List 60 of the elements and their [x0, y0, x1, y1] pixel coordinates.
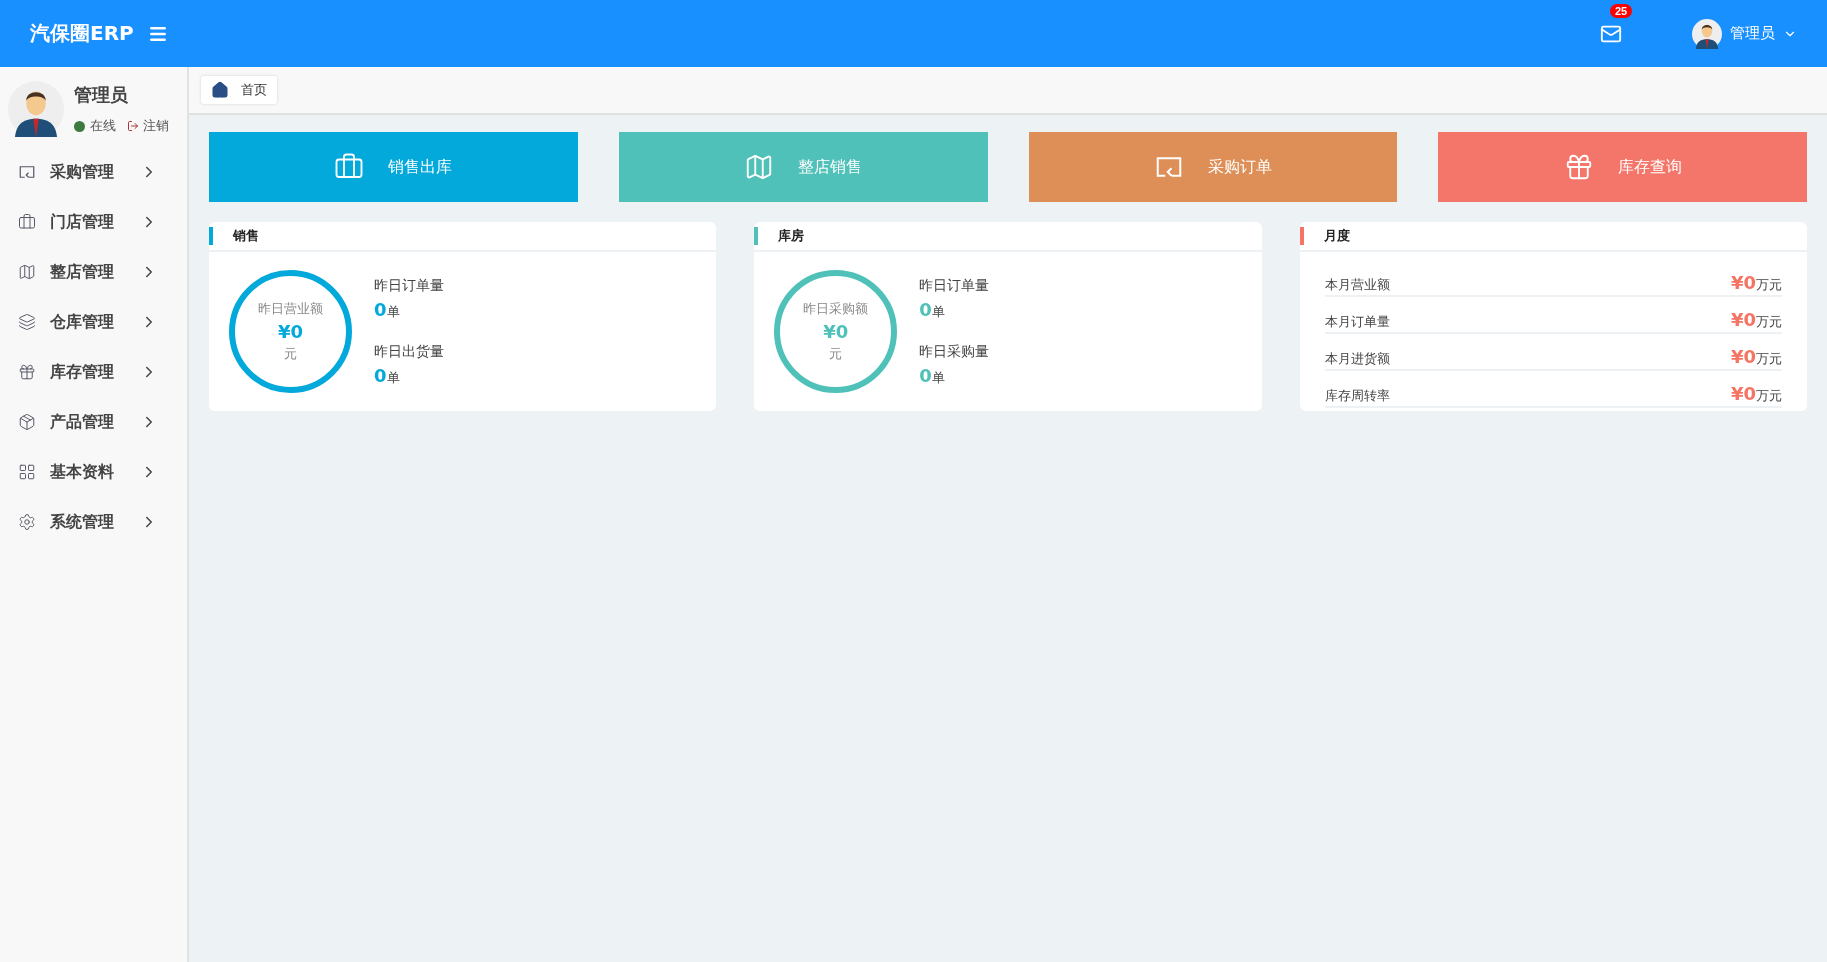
sidebar-item[interactable]: 门店管理 — [0, 197, 187, 247]
stat-label: 本月订单量 — [1324, 313, 1390, 331]
status-text: 在线 — [90, 117, 116, 135]
stat-value: ¥0 — [1730, 309, 1756, 330]
ring-label: 昨日采购额 — [803, 300, 869, 318]
stat-unit: 单 — [931, 302, 945, 321]
ring-value: ¥0 — [823, 321, 849, 342]
stat-unit: 单 — [386, 368, 400, 387]
stat-value: ¥0 — [1730, 272, 1756, 293]
box-icon — [18, 413, 36, 431]
ring-unit: 元 — [284, 345, 297, 363]
avatar-icon — [8, 81, 64, 137]
app-title: 汽保圈ERP — [30, 20, 134, 47]
briefcase-icon — [18, 213, 36, 231]
stat-unit: 万元 — [1756, 388, 1782, 405]
settings-icon — [18, 513, 36, 531]
avatar-icon — [1692, 18, 1722, 49]
stat-label: 本月营业额 — [1324, 276, 1390, 294]
stat-label: 昨日出货量 — [374, 342, 444, 361]
ring-value: ¥0 — [277, 321, 304, 342]
stat-label: 本月进货额 — [1324, 350, 1390, 368]
sidebar-item[interactable]: 仓库管理 — [0, 297, 187, 347]
sidebar-item[interactable]: 基本资料 — [0, 447, 187, 497]
ring-label: 昨日营业额 — [258, 300, 323, 318]
stat-label: 昨日订单量 — [919, 276, 990, 295]
stat-label: 昨日采购量 — [919, 342, 990, 361]
sidebar-item[interactable]: 采购管理 — [0, 147, 187, 197]
stat-unit: 万元 — [1756, 351, 1782, 368]
stat-value: 0 — [919, 298, 932, 320]
notification-badge: 25 — [1610, 3, 1633, 18]
panel-title: 月度 — [1323, 227, 1350, 245]
sidebar-item[interactable]: 整店管理 — [0, 247, 187, 297]
online-dot-icon — [74, 120, 85, 132]
stat-label: 库存周转率 — [1324, 387, 1390, 405]
stat-value: ¥0 — [1730, 346, 1756, 367]
stat-unit: 单 — [386, 302, 400, 321]
logout-icon — [127, 120, 139, 132]
home-tab[interactable]: 首页 — [201, 76, 277, 104]
sidebar-item[interactable]: 产品管理 — [0, 397, 187, 447]
stat-value: 0 — [919, 364, 932, 386]
grid-icon — [18, 463, 36, 481]
stat-label: 昨日订单量 — [374, 276, 444, 295]
stat-value: 0 — [374, 364, 387, 386]
sidebar-item[interactable]: 库存管理 — [0, 347, 187, 397]
gift-icon — [18, 363, 36, 381]
home-icon — [211, 81, 229, 99]
ring-unit: 元 — [829, 345, 843, 363]
stat-unit: 万元 — [1756, 277, 1782, 294]
map-icon — [18, 263, 36, 281]
panel-title: 库房 — [778, 227, 805, 245]
sidebar-item[interactable]: 系统管理 — [0, 497, 187, 547]
stat-unit: 万元 — [1756, 314, 1782, 331]
user-name: 管理员 — [74, 83, 129, 107]
return-icon — [18, 163, 36, 181]
logout-link[interactable]: 注销 — [127, 117, 169, 135]
layers-icon — [18, 313, 36, 331]
stat-value: 0 — [374, 298, 387, 320]
panel-title: 销售 — [233, 227, 259, 245]
stat-value: ¥0 — [1730, 383, 1756, 404]
stat-unit: 单 — [931, 368, 945, 387]
